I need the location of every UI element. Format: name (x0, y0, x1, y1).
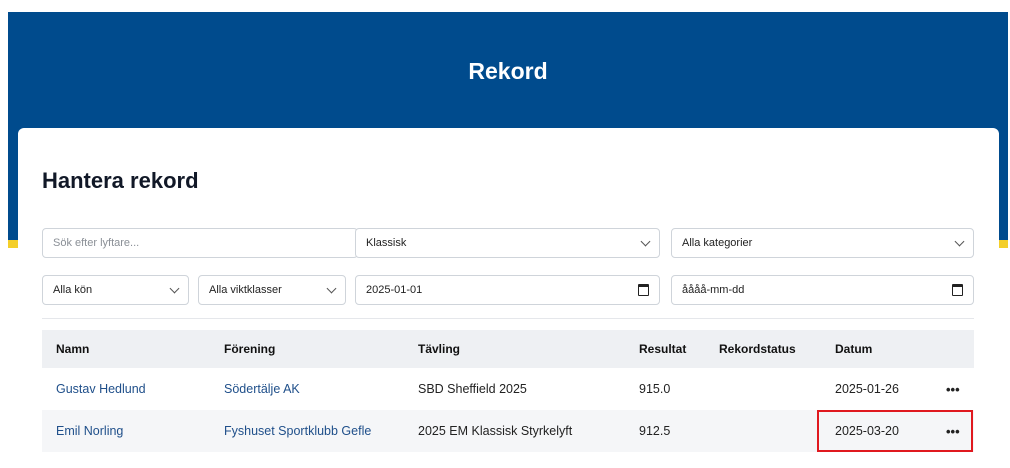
club-link[interactable]: Södertälje AK (224, 368, 300, 410)
chevron-down-icon (169, 283, 180, 293)
gender-select-value: Alla kön (53, 284, 93, 296)
chevron-down-icon (954, 236, 965, 246)
date-to-placeholder: åååå-mm-dd (682, 284, 745, 296)
date-from-value: 2025-01-01 (366, 284, 423, 296)
calendar-icon[interactable] (952, 284, 963, 296)
card-title: Hantera rekord (42, 168, 199, 193)
table-header: Namn Förening Tävling Resultat Rekordsta… (42, 330, 974, 368)
search-placeholder: Sök efter lyftare... (53, 237, 140, 249)
date-cell: 2025-01-26 (835, 382, 899, 396)
result-cell: 915.0 (639, 382, 671, 396)
competition-cell: SBD Sheffield 2025 (418, 382, 527, 396)
row-actions-icon[interactable]: ••• (946, 368, 960, 410)
column-header-club[interactable]: Förening (224, 330, 275, 368)
highlight-box (817, 410, 973, 452)
calendar-icon[interactable] (638, 284, 649, 296)
category-select-value: Alla kategorier (682, 237, 753, 249)
result-cell: 912.5 (639, 424, 671, 438)
table-row: Gustav Hedlund Södertälje AK SBD Sheffie… (42, 368, 974, 410)
column-header-name[interactable]: Namn (56, 330, 89, 368)
lifter-name-link[interactable]: Emil Norling (56, 410, 123, 452)
weightclass-select-value: Alla viktklasser (209, 284, 282, 296)
page-title: Rekord (468, 58, 548, 84)
competition-cell: 2025 EM Klassisk Styrkelyft (418, 424, 573, 438)
filter-divider (42, 318, 974, 319)
lifter-name-link[interactable]: Gustav Hedlund (56, 368, 146, 410)
column-header-date[interactable]: Datum (835, 330, 872, 368)
chevron-down-icon (326, 283, 337, 293)
date-from-input[interactable]: 2025-01-01 (355, 275, 660, 305)
column-header-status[interactable]: Rekordstatus (719, 330, 796, 368)
column-header-competition[interactable]: Tävling (418, 330, 460, 368)
category-select[interactable]: Alla kategorier (671, 228, 974, 258)
search-input[interactable]: Sök efter lyftare... (42, 228, 358, 258)
date-to-input[interactable]: åååå-mm-dd (671, 275, 974, 305)
weightclass-select[interactable]: Alla viktklasser (198, 275, 346, 305)
club-link[interactable]: Fyshuset Sportklubb Gefle (224, 410, 371, 452)
gender-select[interactable]: Alla kön (42, 275, 189, 305)
column-header-result[interactable]: Resultat (639, 330, 686, 368)
style-select-value: Klassisk (366, 237, 407, 249)
style-select[interactable]: Klassisk (355, 228, 660, 258)
chevron-down-icon (640, 236, 651, 246)
